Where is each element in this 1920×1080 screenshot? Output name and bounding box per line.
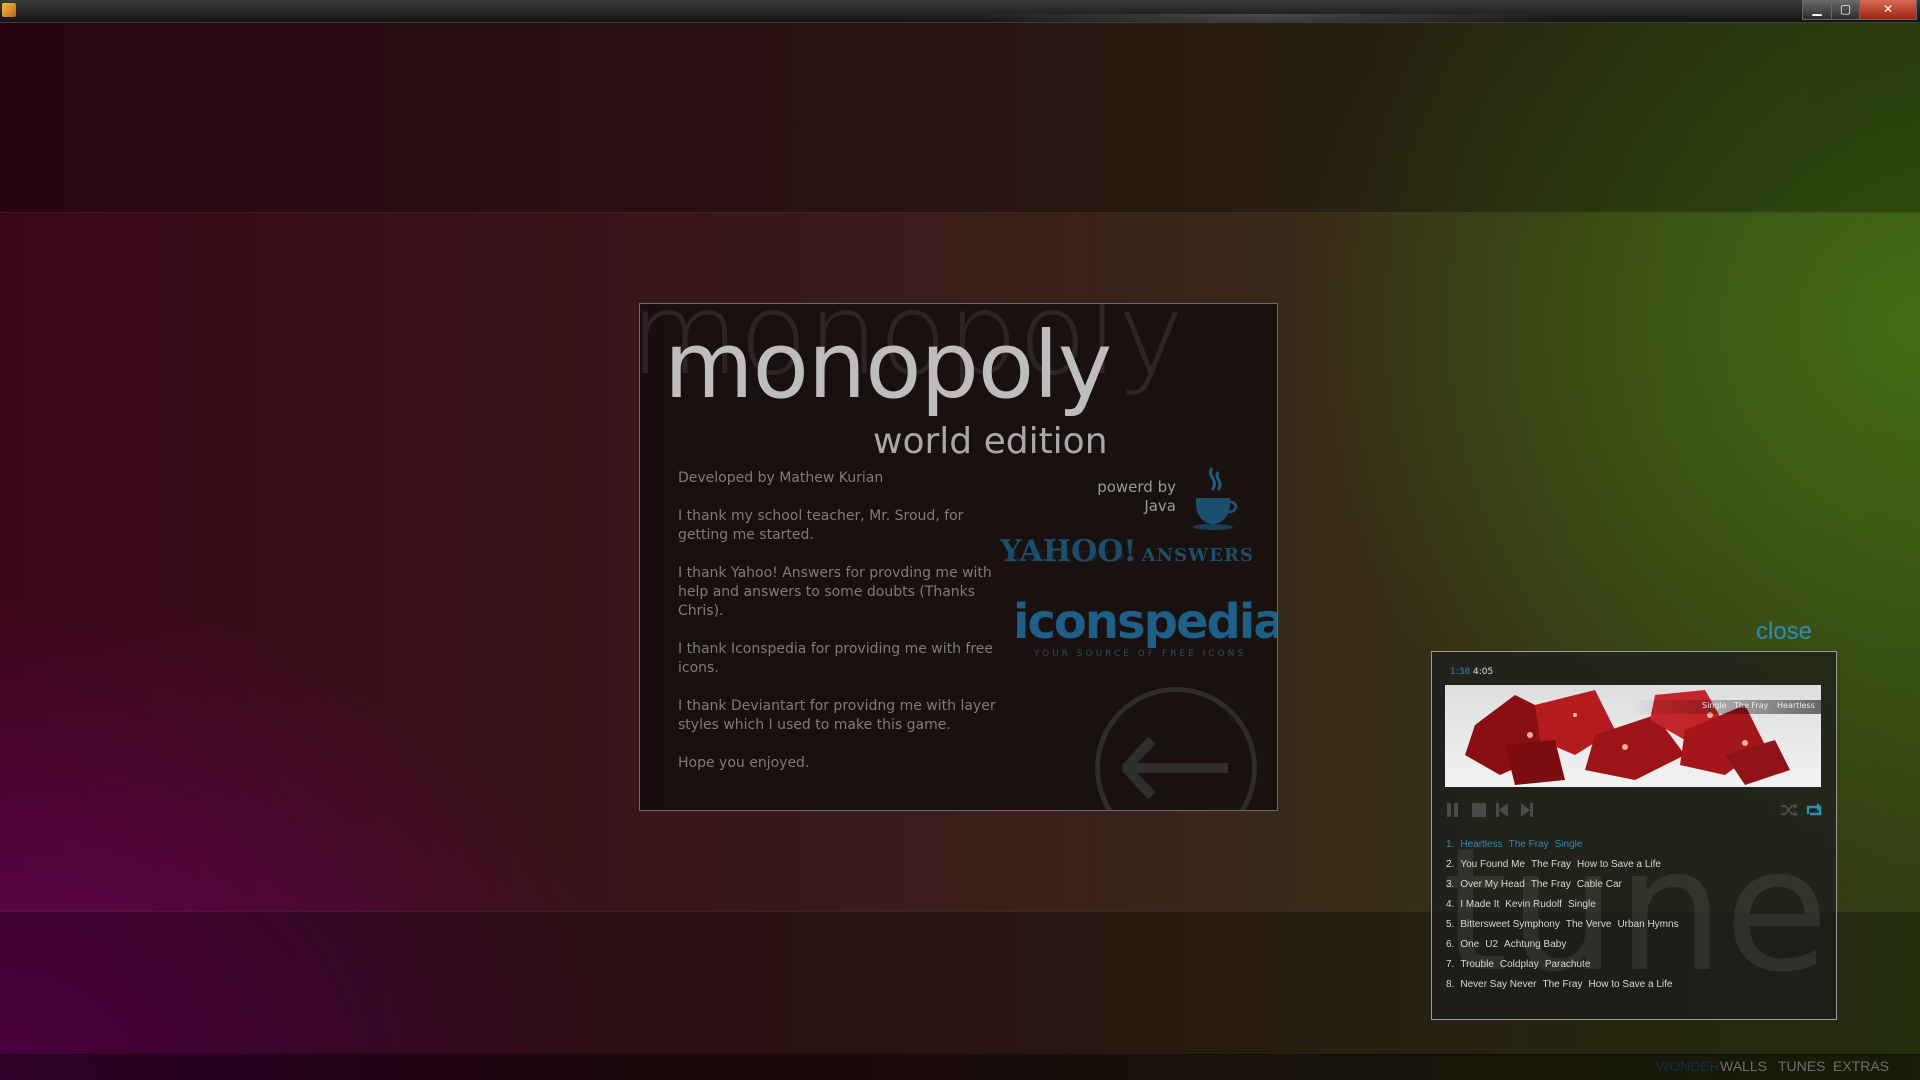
playlist-track[interactable]: 4. I Made It Kevin Rudolf Single [1446, 899, 1826, 919]
powered-by-text: powerd by [1097, 478, 1176, 496]
window-title-bar: ▁ ▢ ✕ [0, 0, 1920, 23]
top-band [0, 22, 1920, 213]
credit-line: I thank Deviantart for providng me with … [678, 698, 996, 733]
nav-walls[interactable]: WALLS [1720, 1058, 1767, 1074]
minimize-button[interactable]: ▁ [1802, 0, 1832, 20]
nav-extras[interactable]: EXTRAS [1833, 1058, 1889, 1074]
playlist-track[interactable]: 6. One U2 Achtung Baby [1446, 939, 1826, 959]
now-playing-album: Single [1702, 701, 1727, 710]
credit-line: I thank Iconspedia for providing me with… [678, 641, 994, 676]
current-time: 1:38 [1450, 667, 1471, 677]
album-art: Single The Fray Heartless [1445, 685, 1821, 787]
playlist-track[interactable]: 7. Trouble Coldplay Parachute [1446, 959, 1826, 979]
java-app-icon [2, 3, 16, 17]
back-arrow-icon [1122, 736, 1228, 800]
back-button[interactable] [1095, 687, 1257, 810]
nav-wonder[interactable]: WONDER [1656, 1058, 1720, 1074]
nav-tunes[interactable]: TUNES [1778, 1058, 1825, 1074]
powered-by-label: powerd by Java [1080, 478, 1176, 516]
game-subtitle: world edition [873, 421, 1108, 462]
playlist-track[interactable]: 8. Never Say Never The Fray How to Save a L… [1446, 979, 1826, 999]
now-playing-title: Heartless [1777, 701, 1815, 710]
playlist: 1. Heartless The Fray Single 2. You Found Me… [1446, 839, 1826, 999]
now-playing-artist: The Fray [1734, 701, 1769, 710]
next-icon[interactable] [1520, 802, 1534, 818]
close-window-button[interactable]: ✕ [1859, 0, 1917, 20]
pause-icon[interactable] [1446, 802, 1460, 818]
about-panel: monopoly monopoly world edition Develope… [639, 303, 1278, 811]
stop-icon[interactable] [1471, 802, 1487, 818]
game-title: monopoly [664, 312, 1112, 419]
title-bar-glow [960, 14, 1560, 22]
java-cup-icon [1188, 464, 1240, 534]
repeat-icon[interactable] [1805, 802, 1823, 818]
credit-line: Hope you enjoyed. [678, 755, 810, 771]
credit-line: Developed by Mathew Kurian [678, 470, 884, 486]
total-time: 4:05 [1473, 667, 1494, 677]
credit-line: I thank Yahoo! Answers for provding me w… [678, 565, 992, 619]
iconspedia-tagline: YOUR SOURCE OF FREE ICONS [1034, 649, 1247, 659]
close-tunes-link[interactable]: close [1756, 618, 1812, 646]
yahoo-logo-reflection: YAHOO! [1002, 546, 1139, 565]
music-player: tunes 1:38 4:05 Single The Fray Heartles… [1431, 651, 1837, 1020]
maximize-button[interactable]: ▢ [1831, 0, 1860, 20]
credits-text: Developed by Mathew Kurian I thank my sc… [678, 469, 1008, 792]
playlist-track[interactable]: 3. Over My Head The Fray Cable Car [1446, 879, 1826, 899]
powered-by-name: Java [1144, 497, 1176, 515]
bottom-navigation: WONDER WALLS TUNES EXTRAS [0, 1054, 1920, 1080]
playlist-track[interactable]: 1. Heartless The Fray Single [1446, 839, 1826, 859]
playlist-track[interactable]: 5. Bittersweet Symphony The Verve Urban Hym… [1446, 919, 1826, 939]
iconspedia-logo: iconspedia [1013, 594, 1278, 650]
playback-controls [1446, 802, 1822, 818]
credit-line: I thank my school teacher, Mr. Sroud, fo… [678, 508, 964, 543]
previous-icon[interactable] [1495, 802, 1509, 818]
shuffle-icon[interactable] [1780, 802, 1798, 818]
playlist-track[interactable]: 2. You Found Me The Fray How to Save a Life [1446, 859, 1826, 879]
